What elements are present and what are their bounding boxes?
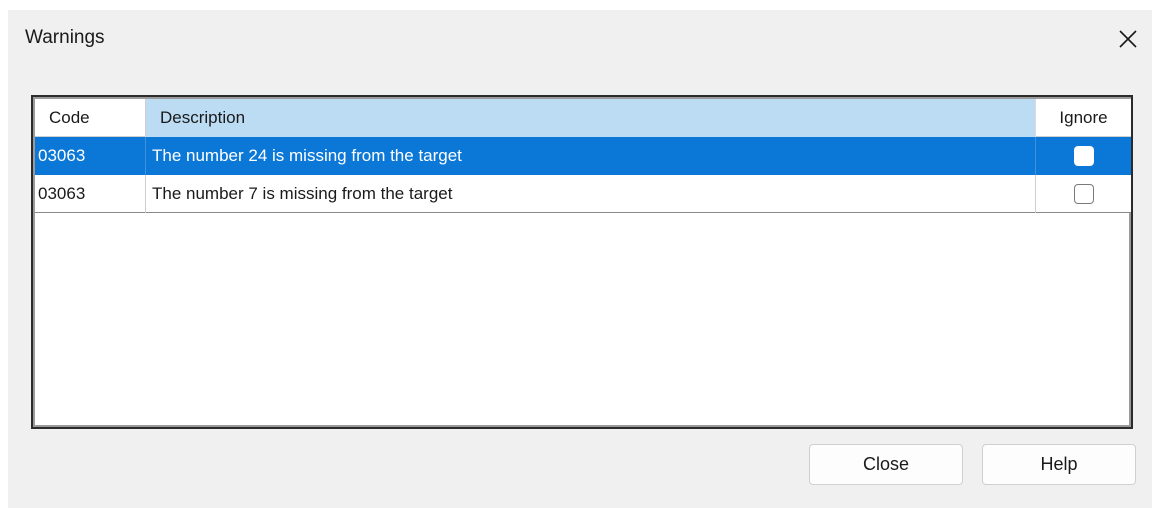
row-ignore-cell	[1036, 175, 1131, 213]
ignore-checkbox[interactable]	[1073, 183, 1094, 204]
table-row[interactable]: 03063 The number 24 is missing from the …	[35, 137, 1131, 175]
column-header-description[interactable]: Description	[146, 99, 1036, 137]
column-header-ignore[interactable]: Ignore	[1036, 99, 1131, 137]
dialog-title: Warnings	[25, 27, 105, 48]
row-description[interactable]: The number 24 is missing from the target	[146, 137, 1036, 175]
table-row[interactable]: 03063 The number 7 is missing from the t…	[35, 175, 1131, 213]
help-button[interactable]: Help	[982, 444, 1136, 485]
title-bar: Warnings	[8, 10, 1152, 68]
close-window-button[interactable]	[1110, 24, 1146, 54]
row-description[interactable]: The number 7 is missing from the target	[146, 175, 1036, 213]
column-header-code[interactable]: Code	[35, 99, 146, 137]
row-code[interactable]: 03063	[35, 175, 146, 213]
warnings-dialog: Warnings Code Description Ignore 03063 T…	[8, 10, 1152, 508]
close-button[interactable]: Close	[809, 444, 963, 485]
ignore-checkbox[interactable]	[1073, 145, 1094, 166]
row-code[interactable]: 03063	[35, 137, 146, 175]
grid-header-row: Code Description Ignore	[35, 99, 1131, 137]
close-icon	[1119, 30, 1137, 48]
warnings-grid[interactable]: Code Description Ignore 03063 The number…	[31, 95, 1133, 429]
grid-frame: Code Description Ignore 03063 The number…	[33, 97, 1131, 427]
row-ignore-cell	[1036, 137, 1131, 175]
